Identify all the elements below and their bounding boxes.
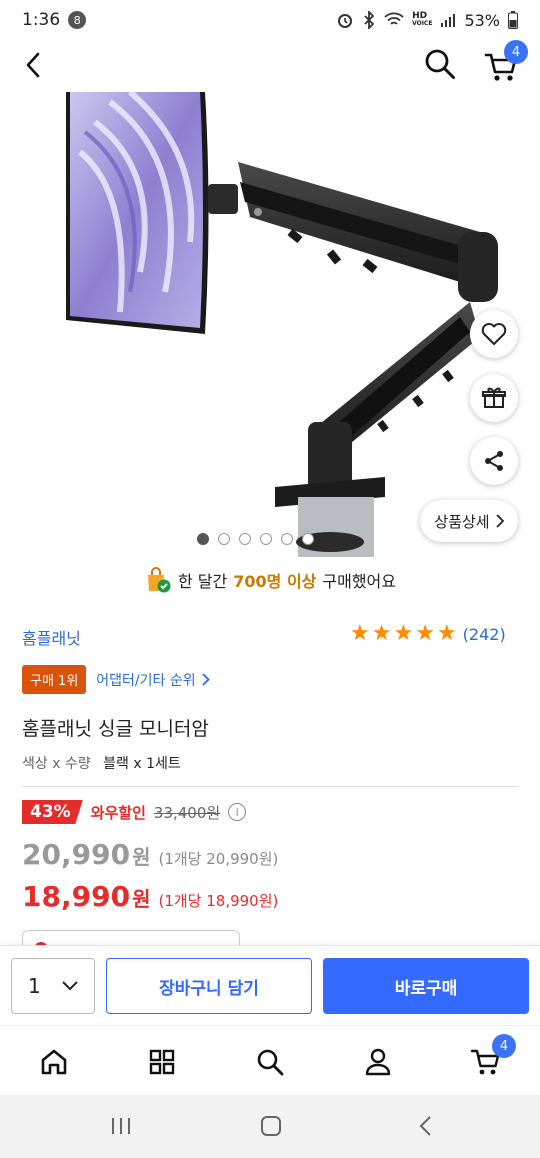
carousel-indicator [0, 533, 540, 545]
regular-price: 20,990 [22, 838, 131, 871]
notice-suffix: 구매했어요 [322, 572, 396, 591]
system-navigation-bar [0, 1095, 540, 1158]
star-icon: ★ [393, 621, 414, 646]
bottom-tab-bar: 4 [0, 1025, 540, 1095]
notice-prefix: 한 달간 [178, 572, 228, 591]
product-detail-label: 상품상세 [434, 512, 490, 531]
home-square-icon [261, 1116, 281, 1136]
signal-icon [441, 14, 456, 27]
carousel-dot[interactable] [196, 533, 209, 545]
home-system-button[interactable] [258, 1113, 284, 1139]
tab-home[interactable] [36, 1044, 72, 1080]
purchase-count-notice: 한 달간 700명 이상 구매했어요 [0, 565, 540, 595]
wow-unit-price: (1개당 18,990원) [158, 892, 279, 910]
quantity-value: 1 [28, 974, 41, 998]
status-icons: HD VOICE 53% [336, 11, 518, 30]
star-icon: ★ [415, 621, 435, 646]
product-image-carousel[interactable] [0, 92, 540, 562]
discount-row: 43% 와우할인 33,400원 i [22, 800, 247, 824]
header-cart-badge: 4 [504, 40, 528, 64]
brand-link[interactable]: 홈플래닛 [22, 625, 81, 649]
recent-apps-icon [112, 1118, 130, 1134]
discount-percent-badge: 43% [22, 800, 83, 824]
carousel-dot[interactable] [238, 533, 251, 545]
info-icon[interactable]: i [228, 803, 247, 821]
regular-unit-price: (1개당 20,990원) [158, 850, 279, 868]
share-icon [485, 451, 503, 471]
wow-price-currency: 원 [132, 887, 151, 911]
add-to-cart-button[interactable]: 장바구니 담기 [106, 958, 312, 1014]
tab-cart[interactable]: 4 [468, 1034, 516, 1080]
rating-summary[interactable]: ★ ★ ★ ★ ★ (242) [350, 623, 506, 645]
grid-icon [149, 1049, 175, 1075]
shopping-bag-check-icon [148, 567, 171, 593]
tab-categories[interactable] [144, 1044, 180, 1080]
rank-category-link[interactable]: 어댑터/기타 순위 [96, 670, 210, 690]
back-button[interactable] [18, 48, 48, 82]
share-button[interactable] [470, 437, 518, 485]
gift-icon [482, 387, 506, 408]
battery-icon [508, 11, 518, 29]
buy-now-button[interactable]: 바로구매 [323, 958, 529, 1014]
hd-voice-indicator: HD VOICE [412, 12, 432, 28]
system-back-button[interactable] [412, 1113, 438, 1139]
bluetooth-icon [364, 11, 375, 29]
product-option[interactable]: 색상 x 수량 블랙 x 1세트 [22, 753, 181, 773]
voice-label: VOICE [412, 20, 433, 27]
chevron-left-icon [26, 52, 40, 78]
tab-my-account[interactable] [360, 1044, 396, 1080]
wow-discount-label: 와우할인 [90, 803, 146, 822]
search-button[interactable] [422, 46, 458, 82]
product-image [66, 92, 498, 557]
chevron-right-icon [201, 673, 210, 686]
heart-icon [481, 323, 507, 345]
top-navigation: 4 [0, 40, 540, 90]
product-title: 홈플래닛 싱글 모니터암 [22, 718, 209, 740]
tab-cart-badge: 4 [492, 1034, 516, 1058]
back-arrow-icon [419, 1116, 431, 1136]
hd-label: HD [412, 11, 428, 21]
wishlist-button[interactable] [470, 310, 518, 358]
carousel-dot[interactable] [217, 533, 230, 545]
rank-category-label: 어댑터/기타 순위 [96, 672, 196, 689]
divider [22, 786, 518, 787]
battery-percent: 53% [464, 10, 500, 30]
wow-price: 18,990 [22, 880, 131, 913]
gift-button[interactable] [470, 374, 518, 422]
tab-search[interactable] [252, 1044, 288, 1080]
recent-apps-button[interactable] [108, 1113, 134, 1139]
star-icon: ★ [436, 621, 457, 646]
search-icon [425, 49, 455, 79]
wow-price-row: 18,990 원 (1개당 18,990원) [22, 880, 278, 913]
notice-highlight: 700명 이상 [233, 572, 317, 591]
regular-price-row: 20,990 원 (1개당 20,990원) [22, 838, 278, 871]
review-count: (242) [462, 624, 506, 644]
regular-price-currency: 원 [132, 845, 151, 869]
rank-row: 구매 1위 어댑터/기타 순위 [22, 665, 210, 694]
carousel-dot[interactable] [280, 533, 293, 545]
star-icon: ★ [350, 621, 370, 646]
notification-count-badge: 8 [68, 11, 87, 29]
chevron-down-icon [62, 981, 78, 991]
chevron-right-icon [495, 514, 504, 528]
status-time: 1:36 [22, 10, 61, 30]
purchase-bar: 1 장바구니 담기 바로구매 [0, 945, 540, 1025]
option-label: 색상 x 수량 [22, 756, 91, 772]
carousel-dot[interactable] [301, 533, 314, 545]
star-icon: ★ [371, 621, 392, 646]
alarm-icon [338, 14, 353, 28]
header-cart-button[interactable]: 4 [484, 40, 528, 84]
rank-badge: 구매 1위 [22, 665, 87, 694]
original-price: 33,400원 [153, 803, 221, 822]
carousel-dot[interactable] [259, 533, 272, 545]
user-icon [365, 1048, 391, 1076]
search-icon [257, 1049, 284, 1076]
home-icon [41, 1049, 67, 1075]
quantity-select[interactable]: 1 [11, 958, 95, 1014]
wifi-icon [384, 12, 404, 25]
option-value: 블랙 x 1세트 [103, 756, 181, 772]
status-bar: 1:36 8 HD VOICE 53% [0, 0, 540, 40]
